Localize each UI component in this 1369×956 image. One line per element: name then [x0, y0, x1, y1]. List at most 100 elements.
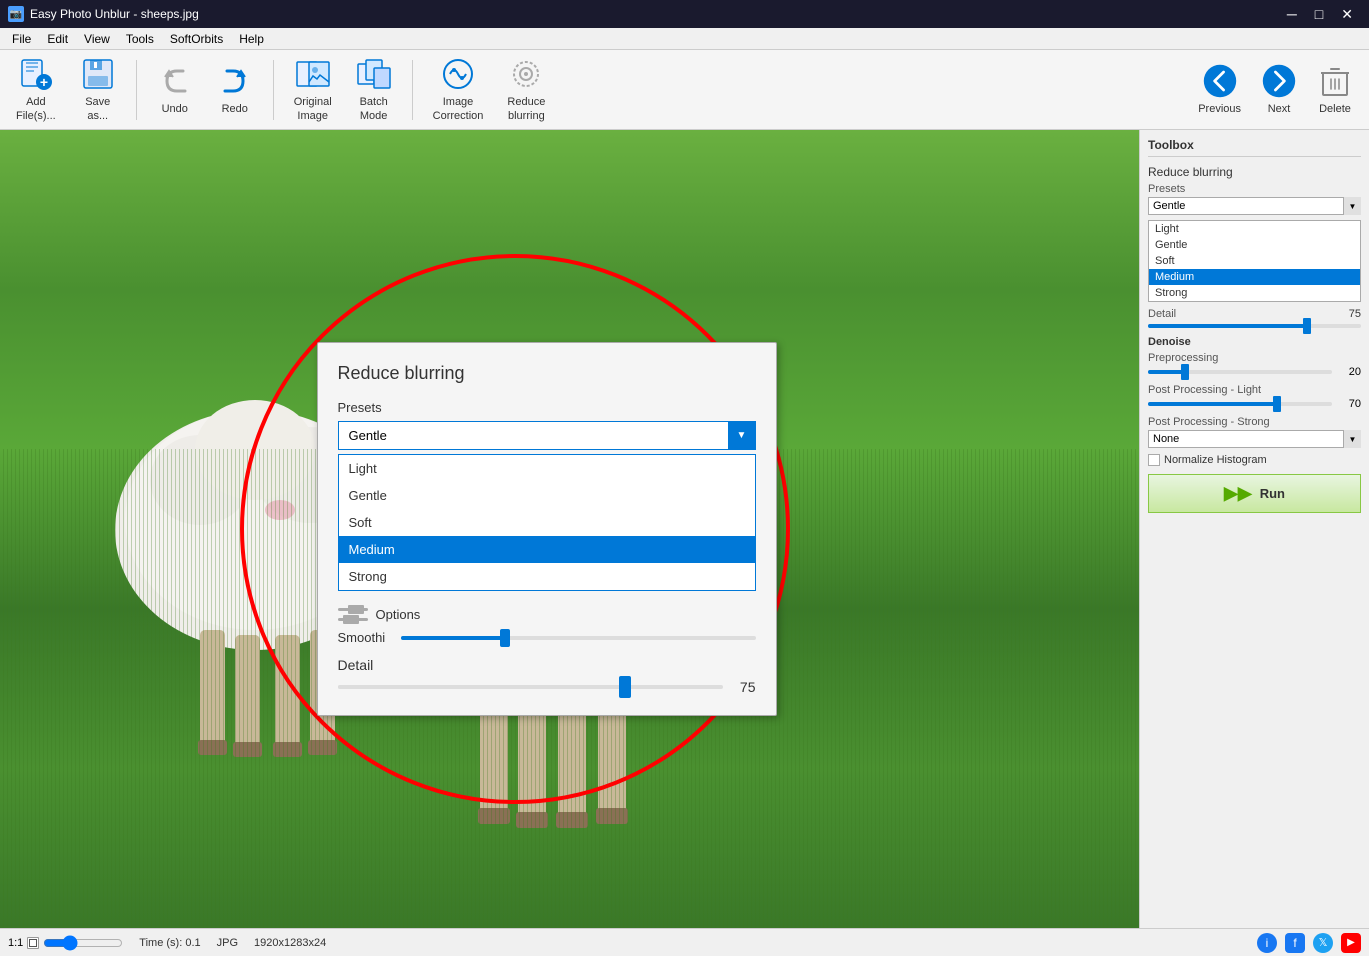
- menu-view[interactable]: View: [76, 30, 118, 48]
- popup-detail-label: Detail: [338, 657, 756, 673]
- panel-item-gentle[interactable]: Gentle: [1149, 237, 1360, 253]
- dropdown-item-gentle[interactable]: Gentle: [339, 482, 755, 509]
- dropdown-item-soft[interactable]: Soft: [339, 509, 755, 536]
- zoom-level: 1:1: [8, 937, 23, 949]
- popup-dropdown-arrow[interactable]: ▼: [728, 421, 756, 450]
- batch-mode-button[interactable]: BatchMode: [348, 52, 400, 126]
- panel-post-light-value: 70: [1336, 398, 1361, 410]
- popup-detail-slider[interactable]: [338, 685, 723, 689]
- redo-icon: [217, 63, 253, 99]
- original-image-button[interactable]: OriginalImage: [286, 52, 340, 126]
- status-format: JPG: [217, 937, 238, 949]
- popup-options-label: Options: [376, 607, 421, 622]
- panel-post-strong-label: Post Processing - Strong: [1148, 416, 1361, 428]
- minimize-button[interactable]: ─: [1279, 4, 1305, 25]
- add-file-label: AddFile(s)...: [16, 96, 56, 122]
- panel-reduce-blurring-title: Reduce blurring: [1148, 165, 1361, 179]
- panel-post-strong-select[interactable]: None: [1148, 430, 1361, 448]
- menu-softorbits[interactable]: SoftOrbits: [162, 30, 231, 48]
- reduce-blurring-button[interactable]: Reduceblurring: [499, 52, 553, 126]
- panel-item-medium[interactable]: Medium: [1149, 269, 1360, 285]
- panel-post-strong-arrow[interactable]: ▼: [1343, 430, 1361, 448]
- add-file-icon: +: [18, 56, 54, 92]
- panel-preset-select[interactable]: Gentle: [1148, 197, 1361, 215]
- main-area: Reduce blurring Presets Gentle ▼ Light G…: [0, 130, 1369, 928]
- popup-dialog: Reduce blurring Presets Gentle ▼ Light G…: [317, 342, 777, 716]
- popup-detail-thumb[interactable]: [619, 676, 631, 698]
- add-file-button[interactable]: + AddFile(s)...: [8, 52, 64, 126]
- image-correction-button[interactable]: ImageCorrection: [425, 52, 492, 126]
- close-button[interactable]: ✕: [1333, 4, 1361, 25]
- status-bar: 1:1 Time (s): 0.1 JPG 1920x1283x24 i f 𝕏…: [0, 928, 1369, 956]
- popup-presets-label: Presets: [338, 400, 756, 415]
- panel-presets-label: Presets: [1148, 183, 1361, 195]
- twitter-icon[interactable]: 𝕏: [1313, 933, 1333, 953]
- maximize-button[interactable]: □: [1307, 4, 1331, 25]
- popup-smoothing-thumb[interactable]: [500, 629, 510, 647]
- panel-preprocessing-slider[interactable]: [1148, 370, 1332, 374]
- panel-post-strong-select-wrapper: None ▼: [1148, 430, 1361, 448]
- popup-preset-select-wrapper: Gentle ▼: [338, 421, 756, 450]
- panel-item-soft[interactable]: Soft: [1149, 253, 1360, 269]
- panel-detail-fill: [1148, 324, 1308, 328]
- reduce-blurring-label: Reduceblurring: [507, 96, 545, 122]
- panel-normalize-label: Normalize Histogram: [1164, 454, 1267, 466]
- status-time: Time (s): 0.1: [139, 937, 200, 949]
- undo-button[interactable]: Undo: [149, 59, 201, 120]
- menu-help[interactable]: Help: [231, 30, 272, 48]
- run-button[interactable]: ▶▶ Run: [1148, 474, 1361, 513]
- panel-normalize-row: Normalize Histogram: [1148, 454, 1361, 466]
- panel-normalize-checkbox[interactable]: [1148, 454, 1160, 466]
- delete-button[interactable]: Delete: [1309, 59, 1361, 120]
- panel-post-light-label: Post Processing - Light: [1148, 384, 1361, 396]
- panel-detail-value: 75: [1349, 308, 1361, 320]
- redo-button[interactable]: Redo: [209, 59, 261, 120]
- popup-smoothing-row: Smoothi: [338, 630, 756, 645]
- toolbar-sep-3: [412, 60, 413, 120]
- undo-icon: [157, 63, 193, 99]
- popup-sliders-icon: [338, 608, 368, 621]
- panel-item-light[interactable]: Light: [1149, 221, 1360, 237]
- run-icon: ▶▶: [1224, 483, 1252, 504]
- toolbar: + AddFile(s)... Saveas... Undo: [0, 50, 1369, 130]
- popup-smoothing-slider[interactable]: [401, 636, 756, 640]
- panel-detail-thumb[interactable]: [1303, 318, 1311, 334]
- panel-item-strong[interactable]: Strong: [1149, 285, 1360, 301]
- zoom-slider[interactable]: [43, 935, 123, 951]
- panel-preprocessing-row: 20: [1148, 366, 1361, 378]
- facebook-icon[interactable]: f: [1285, 933, 1305, 953]
- save-as-label: Saveas...: [85, 96, 110, 122]
- save-as-button[interactable]: Saveas...: [72, 52, 124, 126]
- delete-label: Delete: [1319, 103, 1351, 116]
- panel-post-light-fill: [1148, 402, 1277, 406]
- panel-select-arrow[interactable]: ▼: [1343, 197, 1361, 215]
- panel-detail-slider[interactable]: [1148, 324, 1361, 328]
- info-icon[interactable]: i: [1257, 933, 1277, 953]
- reduce-blurring-icon: [508, 56, 544, 92]
- youtube-icon[interactable]: ▶: [1341, 933, 1361, 953]
- popup-detail-fill: [338, 685, 627, 689]
- panel-post-light-slider[interactable]: [1148, 402, 1332, 406]
- title-bar-controls: ─ □ ✕: [1279, 4, 1361, 25]
- toolbar-sep-1: [136, 60, 137, 120]
- panel-post-light-thumb[interactable]: [1273, 396, 1281, 412]
- app-icon: 📷: [8, 6, 24, 22]
- menu-tools[interactable]: Tools: [118, 30, 162, 48]
- zoom-fit-inner: [29, 939, 37, 947]
- previous-icon: [1202, 63, 1238, 99]
- menu-file[interactable]: File: [4, 30, 39, 48]
- menu-edit[interactable]: Edit: [39, 30, 76, 48]
- dropdown-item-strong[interactable]: Strong: [339, 563, 755, 590]
- next-button[interactable]: Next: [1253, 59, 1305, 120]
- run-label: Run: [1260, 486, 1285, 501]
- zoom-fit-icon[interactable]: [27, 937, 39, 949]
- title-bar: 📷 Easy Photo Unblur - sheeps.jpg ─ □ ✕: [0, 0, 1369, 28]
- title-bar-left: 📷 Easy Photo Unblur - sheeps.jpg: [8, 6, 199, 22]
- popup-preset-select[interactable]: Gentle: [338, 421, 756, 450]
- dropdown-item-medium[interactable]: Medium: [339, 536, 755, 563]
- dropdown-item-light[interactable]: Light: [339, 455, 755, 482]
- panel-preprocessing-thumb[interactable]: [1181, 364, 1189, 380]
- save-icon: [80, 56, 116, 92]
- previous-button[interactable]: Previous: [1190, 59, 1249, 120]
- popup-smoothing-fill: [401, 636, 508, 640]
